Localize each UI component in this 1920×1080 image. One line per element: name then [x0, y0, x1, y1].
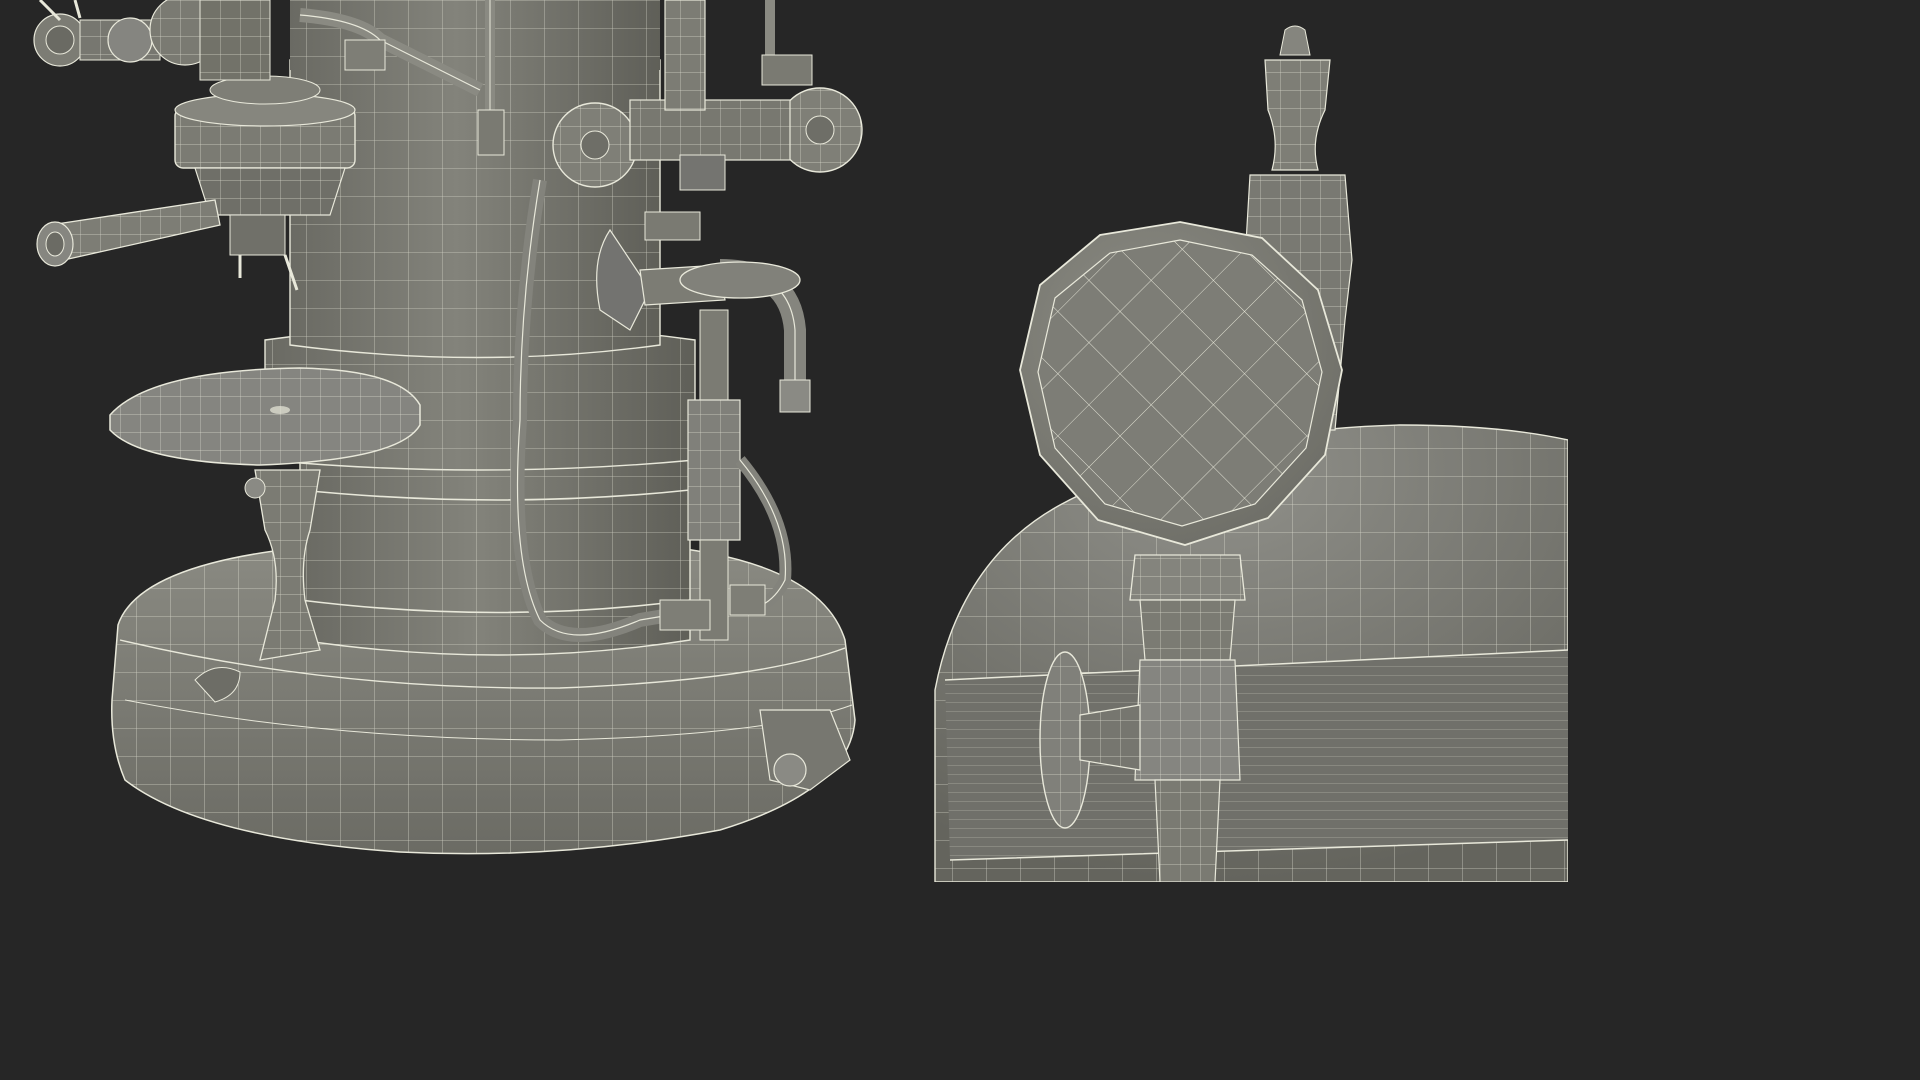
gauge-closeup-group — [934, 25, 1568, 882]
portafilter-handle — [36, 199, 221, 267]
lever-assembly — [33, 0, 271, 81]
render-canvas — [0, 0, 1568, 882]
cup-tray-left — [109, 367, 421, 466]
wireframe-render — [33, 0, 1568, 882]
machine-base-group — [33, 0, 863, 855]
